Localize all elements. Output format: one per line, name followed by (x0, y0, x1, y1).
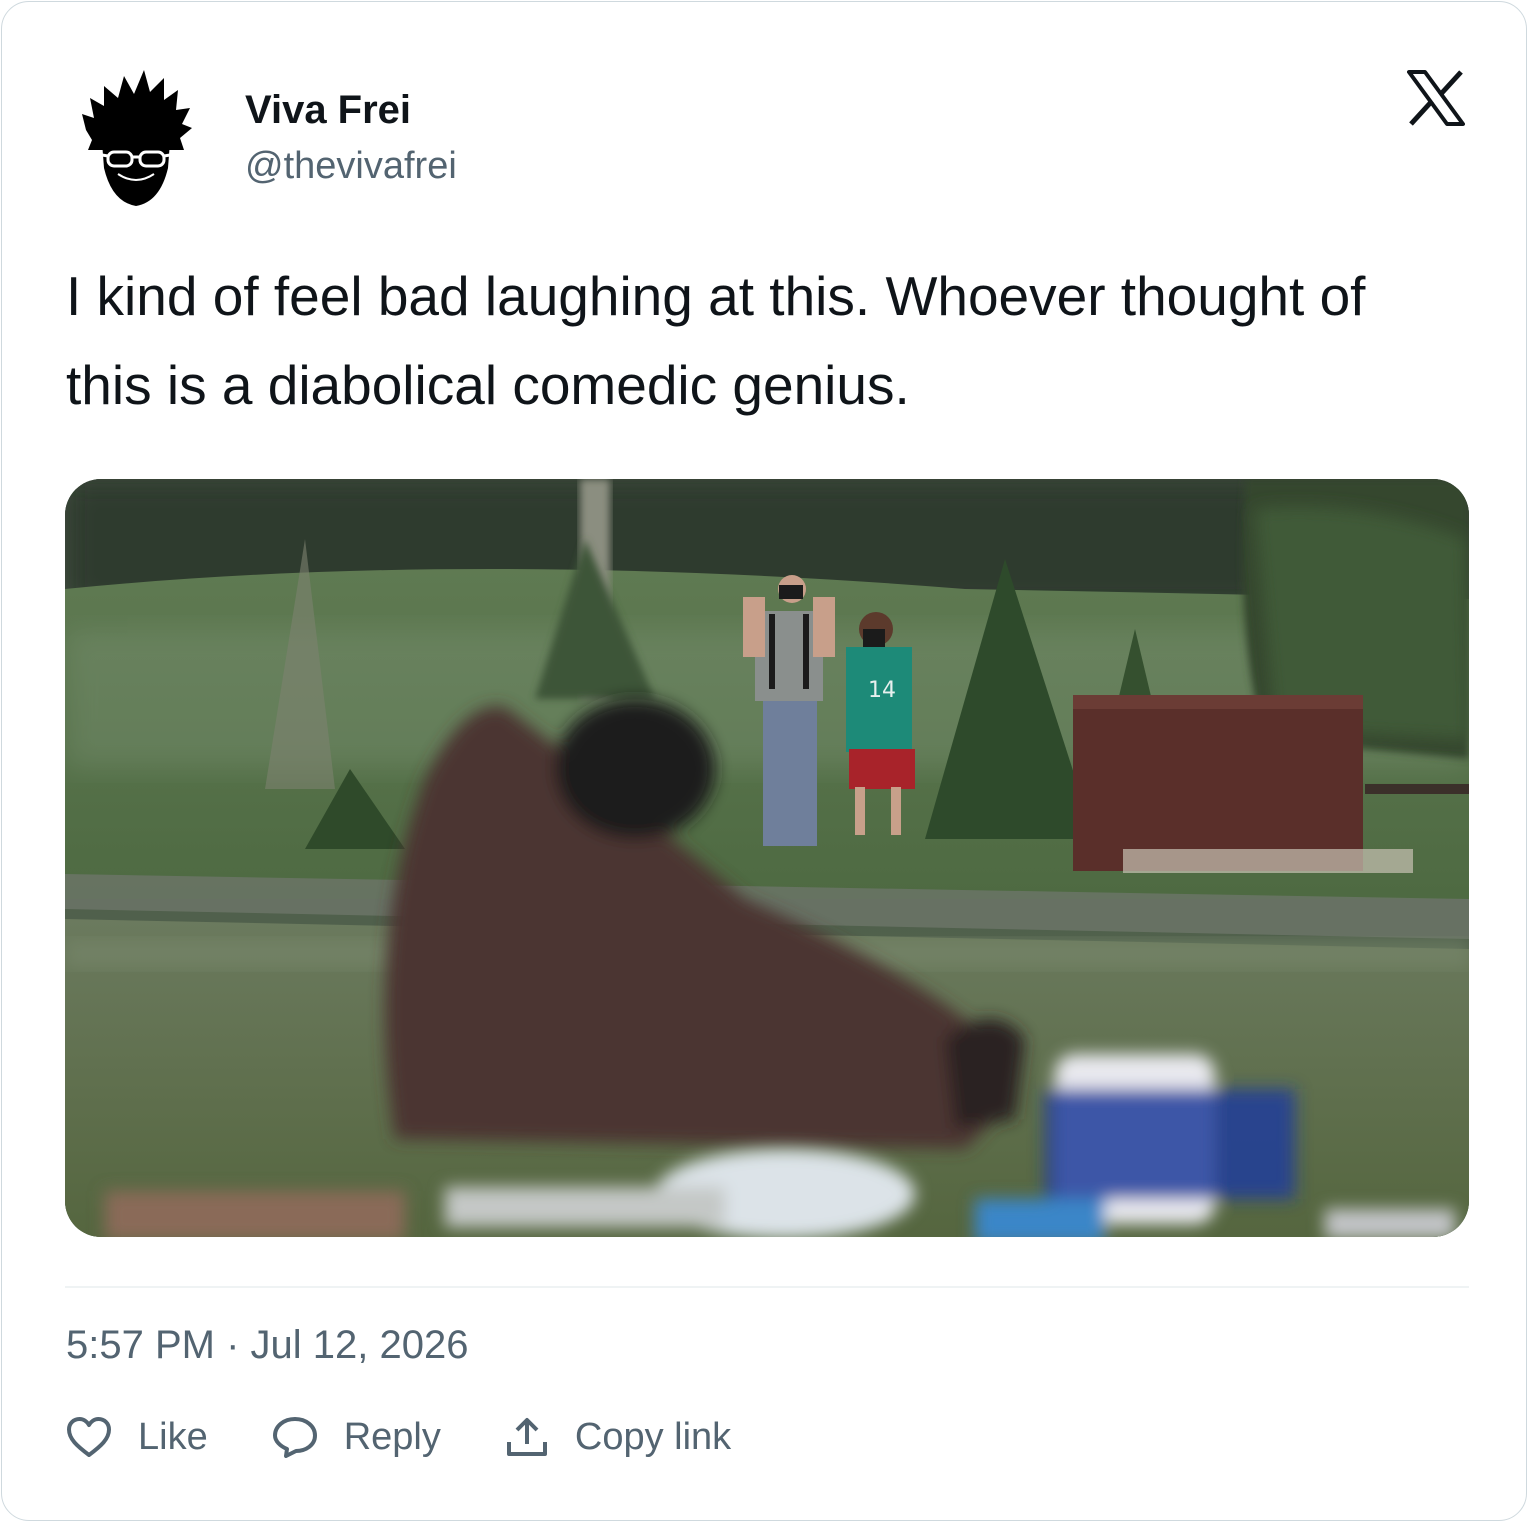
tweet-timestamp[interactable]: 5:57 PM · Jul 12, 2026 (66, 1320, 469, 1370)
tweet-actions: Like Reply Copy link (66, 1407, 795, 1467)
tweet-date[interactable]: Jul 12, 2026 (251, 1323, 469, 1367)
author-handle[interactable]: @thevivafrei (245, 143, 457, 189)
like-button[interactable]: Like (66, 1416, 208, 1459)
flame-hair-sunglasses-avatar-icon (82, 70, 192, 206)
tweet-time[interactable]: 5:57 PM (66, 1323, 215, 1367)
jersey-number: 14 (868, 678, 896, 703)
bison-campsite-photo: 14 (65, 479, 1469, 1237)
tweet-text: I kind of feel bad laughing at this. Who… (66, 265, 1366, 416)
tweet-media-image[interactable]: 14 (65, 479, 1469, 1237)
like-label: Like (138, 1415, 208, 1458)
reply-button[interactable]: Reply (272, 1416, 441, 1459)
author-avatar[interactable] (80, 68, 192, 208)
copy-link-button[interactable]: Copy link (505, 1416, 731, 1459)
timestamp-separator: · (226, 1323, 240, 1367)
copy-link-label: Copy link (574, 1415, 732, 1458)
divider (65, 1286, 1469, 1288)
author-name[interactable]: Viva Frei (245, 86, 411, 134)
heart-icon (67, 1417, 111, 1457)
share-upload-icon (506, 1418, 547, 1456)
x-logo-icon[interactable] (1407, 70, 1465, 126)
reply-label: Reply (343, 1415, 441, 1458)
speech-bubble-icon (272, 1417, 317, 1458)
tweet-card: Viva Frei @thevivafrei I kind of feel ba… (1, 1, 1527, 1521)
